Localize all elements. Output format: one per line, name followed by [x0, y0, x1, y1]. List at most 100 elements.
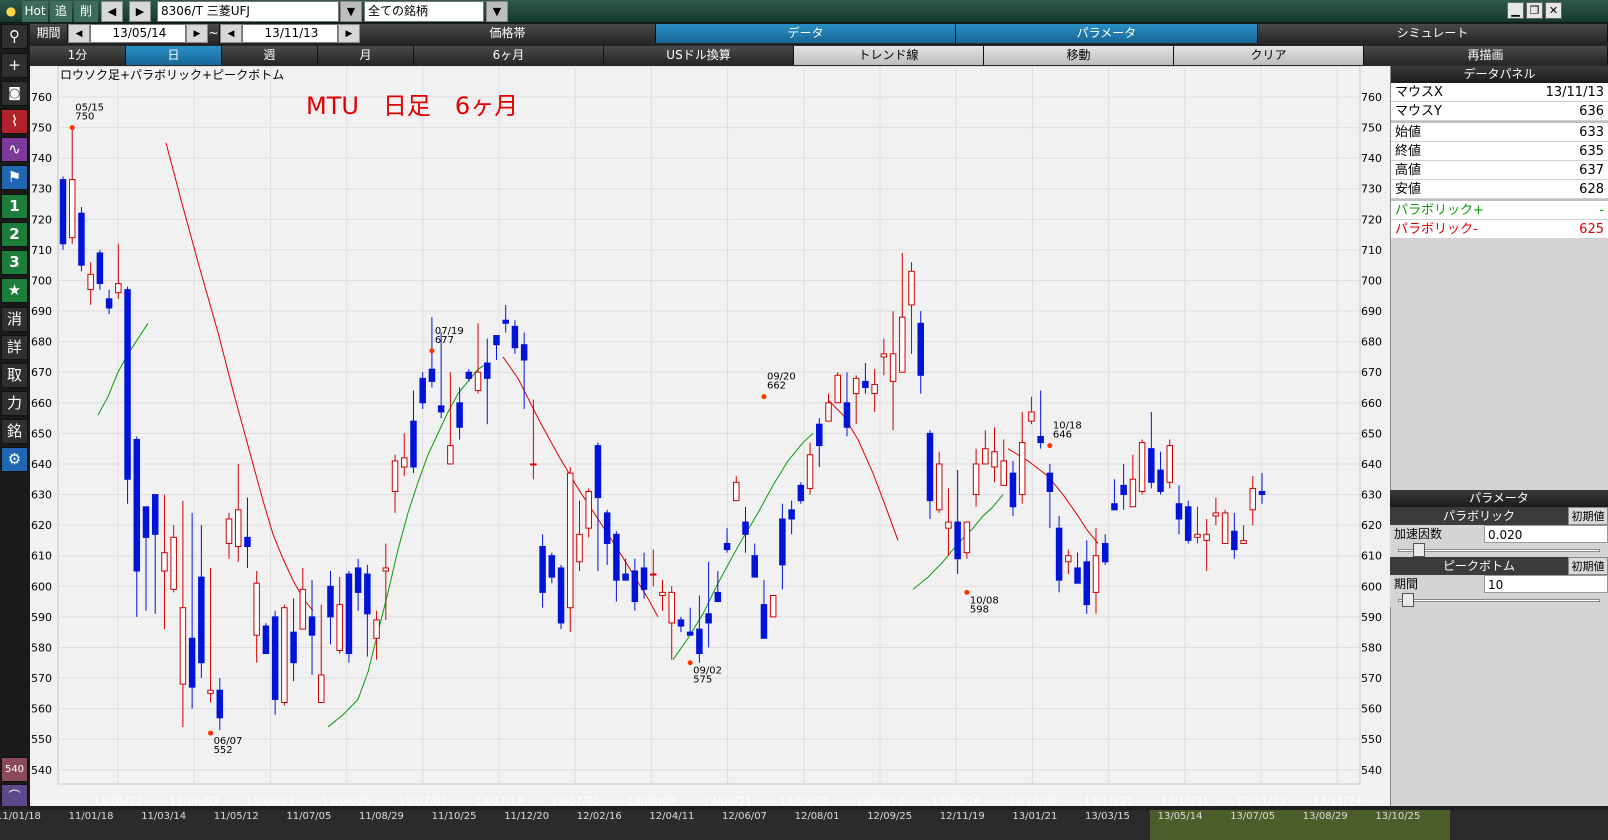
y-tick-label-left: 610 [31, 550, 52, 563]
candle-body [382, 567, 390, 572]
end-next-button[interactable]: ▶ [338, 24, 360, 43]
search-icon[interactable]: ⚲ [1, 24, 28, 49]
candle-body [96, 252, 104, 285]
peak-bottom-marker [208, 730, 214, 736]
peak-bottom-marker [69, 125, 75, 131]
row-value: 635 [1579, 144, 1604, 159]
timeline-scroll-svg[interactable]: 11/01/18 11/01/18 11/03/14 11/05/12 11/07/05… [0, 810, 1608, 840]
fetch-button[interactable]: 取 [1, 363, 28, 388]
tab-usd[interactable]: USドル換算 [604, 46, 794, 65]
start-date-field[interactable]: 13/05/14 [90, 24, 186, 43]
y-tick-label-right: 680 [1361, 336, 1382, 349]
slider-knob[interactable] [1401, 593, 1414, 607]
data-panel-title: データパネル [1391, 66, 1608, 83]
accel-slider[interactable] [1390, 543, 1608, 557]
timeline-scroller[interactable]: 11/01/18 11/01/18 11/03/14 11/05/12 11/07/05… [0, 810, 1608, 840]
gear-icon[interactable]: ⚙ [1, 447, 28, 472]
y-tick-label-left: 650 [31, 427, 52, 440]
y-tick-label-left: 590 [31, 611, 52, 624]
end-prev-button[interactable]: ◀ [220, 24, 242, 43]
flag-icon[interactable]: ⚑ [1, 165, 28, 190]
tab-parameter[interactable]: パラメータ [956, 24, 1258, 43]
start-next-button[interactable]: ▶ [186, 24, 208, 43]
candle-body [1129, 478, 1137, 508]
candle-body [484, 362, 491, 379]
preset-2-button[interactable]: 2 [1, 222, 28, 247]
candle-body [631, 570, 639, 603]
y-tick-label-right: 730 [1361, 183, 1382, 196]
chart-overlay-title: MTU 日足 6ヶ月 [306, 92, 518, 120]
hot-button[interactable]: Hot [22, 1, 48, 22]
tab-trendline[interactable]: トレンド線 [794, 46, 984, 65]
symbol-button[interactable]: 銘 [1, 419, 28, 444]
candle-body [769, 594, 777, 618]
candle-body [834, 374, 841, 404]
candle-body [354, 567, 362, 593]
delete-button[interactable]: 削 [74, 1, 98, 22]
tab-weekly[interactable]: 週 [222, 46, 318, 65]
bulb-icon[interactable]: ● [2, 1, 20, 22]
crosshair-icon[interactable]: + [1, 53, 28, 78]
candle-body [705, 613, 712, 624]
chart-compare-icon[interactable]: ∿ [1, 137, 28, 162]
candle-body [567, 472, 574, 609]
tab-redraw[interactable]: 再描画 [1364, 46, 1608, 65]
parabolic-header: パラボリック 初期値 [1390, 507, 1608, 525]
tab-data[interactable]: データ [656, 24, 956, 43]
candle-body [954, 521, 961, 560]
candle-body [225, 518, 233, 544]
timeline-label: 11/03/14 [141, 811, 186, 822]
tab-move[interactable]: 移動 [984, 46, 1174, 65]
accel-field[interactable]: 0.020 [1484, 525, 1608, 543]
candle-body [557, 567, 565, 624]
camera-icon[interactable]: ◙ [1, 81, 28, 106]
filter-dropdown-button[interactable]: ▼ [486, 1, 508, 22]
add-button[interactable]: 追 [50, 1, 72, 22]
slider-track [1398, 599, 1600, 602]
start-prev-button[interactable]: ◀ [68, 24, 90, 43]
candle-body [1120, 484, 1127, 496]
next-symbol-button[interactable]: ▶ [129, 1, 151, 22]
period-field[interactable]: 10 [1484, 575, 1608, 593]
tab-daily[interactable]: 日 [126, 46, 222, 65]
end-date-field[interactable]: 13/11/13 [242, 24, 338, 43]
slider-knob[interactable] [1413, 543, 1426, 557]
row-value: 628 [1579, 182, 1604, 197]
candlestick-chart[interactable]: 760 760 750 750 740 740 730 730 720 720 710 710 700 7… [30, 66, 1390, 806]
x-tick-label: 13/08/09 [627, 795, 676, 806]
close-button[interactable]: ✕ [1545, 2, 1562, 19]
timeline-label: 12/08/01 [795, 811, 840, 822]
row-label: 高値 [1395, 163, 1422, 178]
prev-symbol-button[interactable]: ◀ [101, 1, 123, 22]
parabolic-reset-button[interactable]: 初期値 [1568, 507, 1608, 525]
symbol-field[interactable]: 8306/T 三菱UFJ [157, 1, 339, 22]
y-tick-label-right: 720 [1361, 213, 1382, 226]
preset-1-button[interactable]: 1 [1, 194, 28, 219]
chart-area[interactable]: 760 760 750 750 740 740 730 730 720 720 710 710 700 7… [30, 66, 1390, 806]
tab-price-band[interactable]: 価格帯 [360, 24, 656, 43]
candle-body [1138, 442, 1146, 492]
accel-label: 加速因数 [1394, 527, 1443, 541]
restore-button[interactable]: ❐ [1526, 2, 1543, 19]
tab-monthly[interactable]: 月 [318, 46, 414, 65]
y-tick-label-left: 690 [31, 305, 52, 318]
symbol-dropdown-button[interactable]: ▼ [340, 1, 362, 22]
chart-line-icon[interactable]: ⌇ [1, 109, 28, 134]
mini-chart-thumb[interactable]: 540 [1, 757, 28, 782]
preset-3-button[interactable]: 3 [1, 250, 28, 275]
peakbottom-reset-button[interactable]: 初期値 [1568, 557, 1608, 575]
minimize-button[interactable]: ▁ [1507, 2, 1524, 19]
tab-clear[interactable]: クリア [1174, 46, 1364, 65]
star-icon[interactable]: ★ [1, 278, 28, 303]
candle-body [1148, 448, 1155, 483]
detail-button[interactable]: 詳 [1, 335, 28, 360]
filter-field[interactable]: 全ての銘柄 [364, 1, 484, 22]
input-button[interactable]: 力 [1, 391, 28, 416]
y-tick-label-left: 570 [31, 672, 52, 685]
tab-1min[interactable]: 1分 [30, 46, 126, 65]
erase-button[interactable]: 消 [1, 307, 28, 332]
candle-body [1166, 445, 1174, 483]
tab-simulate[interactable]: シミュレート [1258, 24, 1608, 43]
period-slider[interactable] [1390, 593, 1608, 607]
tab-6month[interactable]: 6ヶ月 [414, 46, 604, 65]
